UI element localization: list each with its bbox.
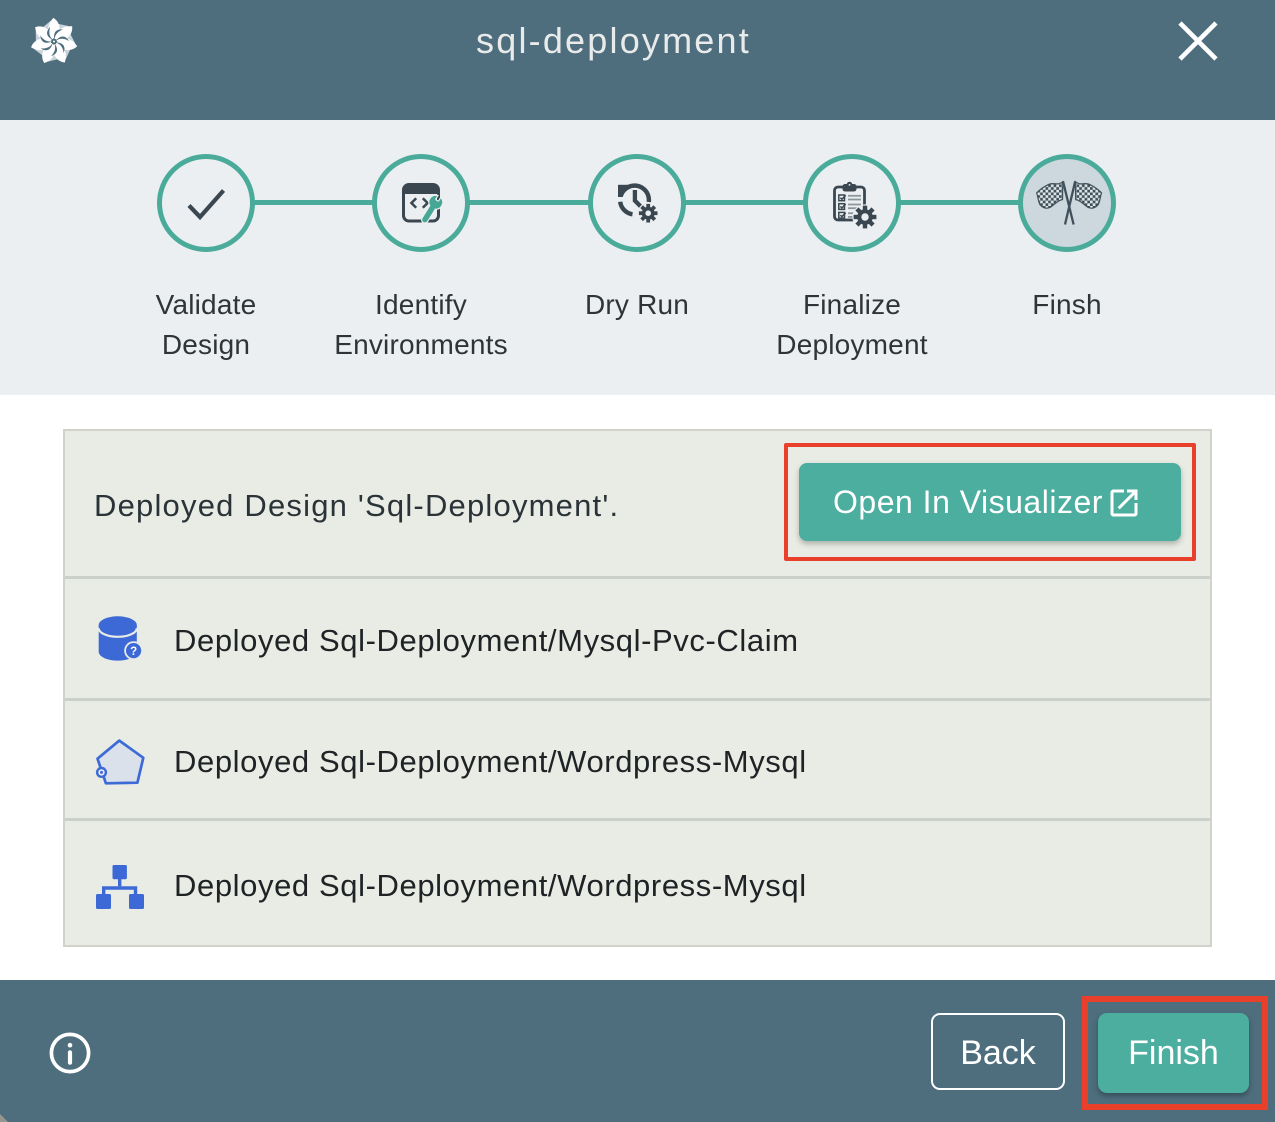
svg-text:?: ?: [130, 646, 137, 658]
